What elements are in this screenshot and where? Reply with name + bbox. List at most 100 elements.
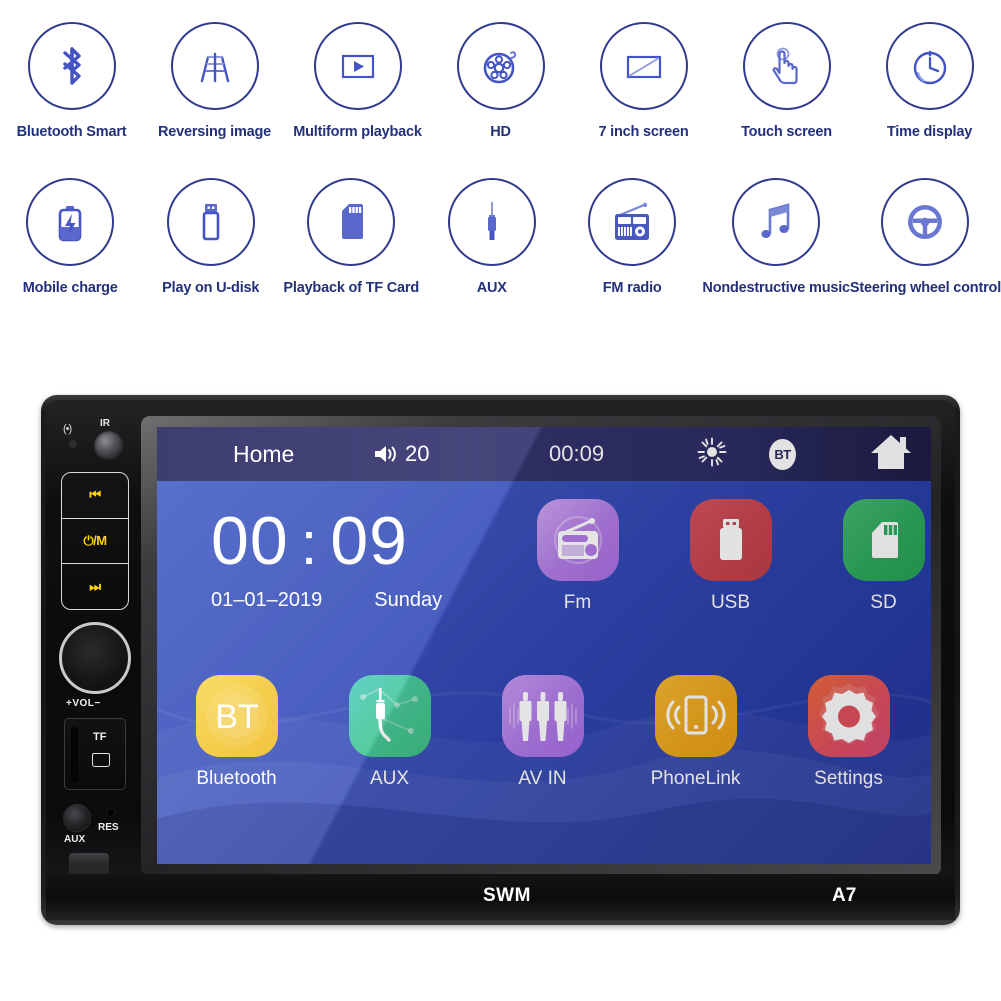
feature-label: Play on U-disk: [162, 280, 260, 296]
feature-fm-radio: FM radio: [562, 178, 702, 296]
feature-label: HD: [490, 124, 511, 140]
home-icon: [871, 434, 911, 469]
app-sd[interactable]: SD: [807, 499, 931, 614]
feature-label: Reversing image: [157, 124, 272, 140]
reset-button[interactable]: [106, 808, 115, 817]
app-label: USB: [710, 592, 751, 613]
app-usb[interactable]: USB: [654, 499, 807, 614]
app-tile-usb[interactable]: [689, 499, 772, 581]
tf-card-glyph-icon: [92, 753, 110, 767]
feature-multiform-playback: Multiform playback: [286, 22, 429, 140]
touch-screen[interactable]: Home 20 00:09 BT 00: 09 01–01–2019 Sund…: [157, 427, 931, 864]
app-tile-settings[interactable]: [807, 675, 890, 757]
film-reel-icon: [483, 51, 516, 84]
app-tile-phonelink[interactable]: [654, 675, 737, 757]
clock-widget: 00 : 09 01–01–2019 Sunday: [211, 507, 442, 612]
tf-slot-label: TF: [93, 731, 107, 743]
feature-label: Mobile charge: [22, 280, 118, 296]
volume-indicator[interactable]: 20: [373, 441, 429, 467]
reset-label: RES: [98, 822, 119, 833]
feature-7-inch-screen: 7 inch screen: [572, 22, 715, 140]
screen-bezel: Home 20 00:09 BT 00: 09 01–01–2019 Sund…: [141, 416, 941, 876]
radio-icon: [615, 202, 650, 240]
feature-circle: [742, 22, 831, 110]
music-note-icon: [761, 203, 790, 238]
feature-playback-of-tf-card: Playback of TF Card: [281, 178, 421, 296]
home-button[interactable]: [869, 432, 913, 477]
feature-circle: [170, 22, 259, 110]
app-aux[interactable]: AUX: [313, 675, 466, 790]
previous-track-button[interactable]: ⏮: [62, 473, 128, 518]
feature-label: Time display: [886, 124, 973, 140]
video-play-icon: [341, 54, 374, 79]
sd-card-icon: [342, 204, 364, 239]
sd-card-icon: [871, 522, 898, 558]
tf-slot-opening: [71, 727, 78, 782]
feature-label: AUX: [476, 280, 507, 296]
app-tile-aux[interactable]: [348, 675, 431, 757]
bluetooth-status-badge[interactable]: BT: [769, 438, 796, 470]
bt-badge-icon: BT: [205, 685, 268, 747]
feature-label: Playback of TF Card: [283, 280, 420, 296]
feature-mobile-charge: Mobile charge: [0, 178, 140, 296]
aux-port-label: AUX: [64, 834, 86, 845]
feature-circle: [885, 22, 974, 110]
clock-date: 01–01–2019: [211, 589, 323, 611]
feature-circle: [456, 22, 545, 110]
screen-wallpaper: [157, 427, 931, 864]
status-home-label[interactable]: Home: [233, 441, 294, 468]
feature-label: FM radio: [602, 280, 662, 296]
speaker-icon: [375, 446, 396, 462]
hardware-control-column: (•) IR ⏮ ⏻/M ⏭ +VOL− TF AUX RES: [58, 410, 136, 913]
battery-charge-icon: [58, 206, 82, 242]
app-av-in[interactable]: AV IN: [466, 675, 619, 790]
app-row-1: Fm USB SD: [501, 499, 931, 614]
app-label: Settings: [814, 768, 883, 789]
power-mode-button[interactable]: ⏻/M: [62, 517, 128, 564]
next-track-button[interactable]: ⏭: [62, 563, 128, 609]
aux-plug-icon: [487, 202, 496, 240]
feature-circle: [26, 178, 115, 266]
feature-bluetooth-smart: Bluetooth Smart: [0, 22, 143, 140]
brightness-button[interactable]: [697, 437, 727, 472]
app-phonelink[interactable]: PhoneLink: [619, 675, 772, 790]
feature-row-1: Bluetooth Smart Reversing image Multifor…: [0, 22, 1001, 140]
volume-value: 20: [405, 441, 430, 466]
feature-label: 7 inch screen: [598, 124, 689, 140]
product-feature-page: Bluetooth Smart Reversing image Multifor…: [0, 0, 1001, 1001]
app-label: AV IN: [518, 768, 567, 789]
app-settings[interactable]: Settings: [772, 675, 925, 790]
feature-circle: [588, 178, 677, 266]
app-tile-fm[interactable]: [536, 499, 619, 581]
ir-receiver-icon: [94, 431, 124, 461]
svg-text:BT: BT: [215, 698, 258, 736]
microphone-icon: (•): [63, 423, 72, 435]
feature-nondestructive-music: Nondestructive music: [702, 178, 850, 296]
usb-stick-icon: [719, 519, 742, 560]
rca-plugs-icon: [508, 692, 577, 741]
clock-separator: :: [300, 510, 319, 577]
app-tile-bluetooth[interactable]: BT: [195, 675, 278, 757]
brightness-icon: [697, 437, 727, 466]
app-tile-av-in[interactable]: [501, 675, 584, 757]
steering-wheel-icon: [908, 205, 943, 239]
clock-time: 00 : 09: [211, 507, 442, 575]
clock-hours: 00: [211, 503, 289, 579]
hardware-button-stack: ⏮ ⏻/M ⏭: [61, 472, 129, 610]
status-clock: 00:09: [549, 441, 605, 466]
feature-circle: [881, 178, 970, 266]
brand-strip: SWM A7: [46, 874, 955, 920]
app-bluetooth[interactable]: BT Bluetooth: [160, 675, 313, 790]
feature-circle: [166, 178, 255, 266]
feature-aux: AUX: [421, 178, 561, 296]
bluetooth-icon: [62, 47, 81, 85]
feature-circle: [732, 178, 821, 266]
feature-label: Touch screen: [741, 124, 832, 140]
aux-jack-port[interactable]: [63, 804, 91, 832]
tf-card-slot[interactable]: TF: [64, 718, 126, 790]
app-tile-sd[interactable]: [842, 499, 925, 581]
volume-knob[interactable]: [59, 622, 131, 694]
ir-label: IR: [100, 418, 110, 429]
app-fm[interactable]: Fm: [501, 499, 654, 614]
volume-knob-label: +VOL−: [66, 698, 101, 709]
